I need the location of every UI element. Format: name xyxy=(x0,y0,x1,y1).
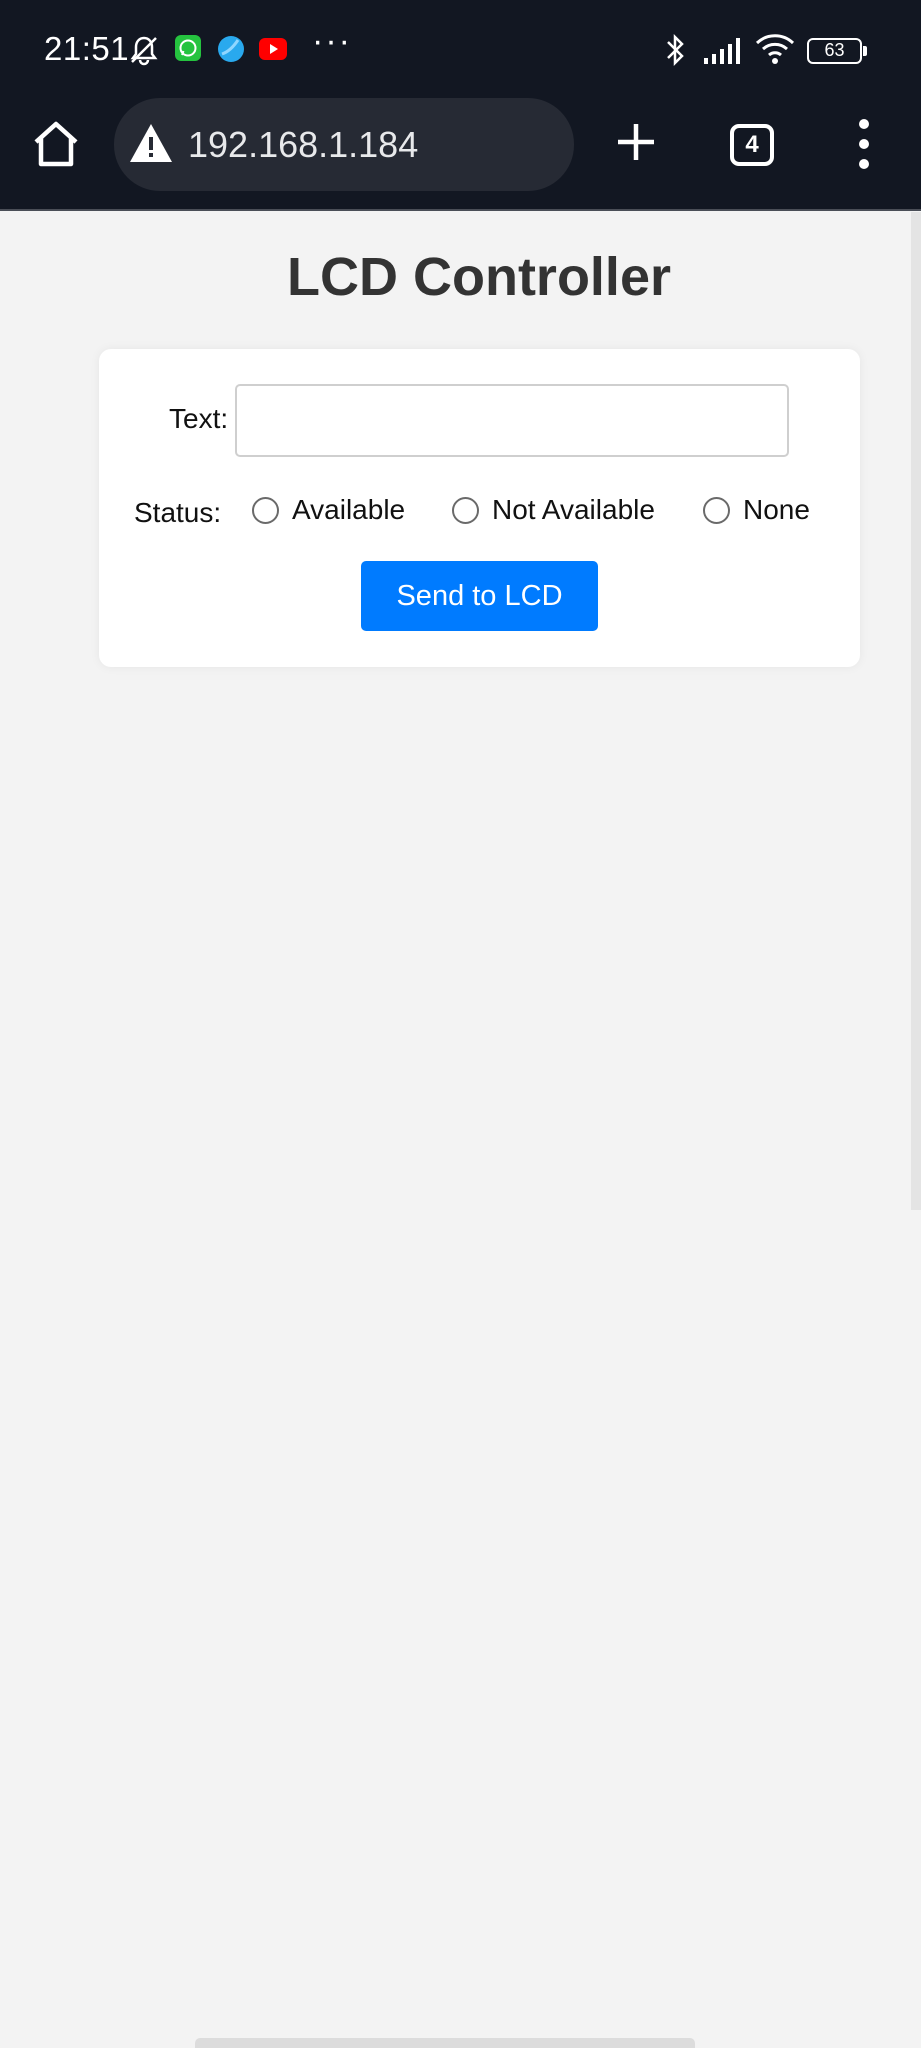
gesture-bar xyxy=(195,2038,695,2048)
browser-toolbar: 192.168.1.184 4 xyxy=(0,98,921,211)
radio-label-available[interactable]: Available xyxy=(292,494,405,526)
home-icon[interactable] xyxy=(30,118,82,170)
status-option-none[interactable]: None xyxy=(703,494,810,526)
more-menu-icon[interactable] xyxy=(850,116,878,172)
radio-not-available[interactable] xyxy=(452,496,479,524)
warning-icon[interactable] xyxy=(128,122,174,164)
new-tab-icon[interactable] xyxy=(612,118,660,166)
status-option-available[interactable]: Available xyxy=(252,494,405,526)
radio-label-none[interactable]: None xyxy=(743,494,810,526)
radio-available[interactable] xyxy=(252,496,279,524)
text-label: Text: xyxy=(169,403,229,434)
status-time: 21:51 xyxy=(44,30,130,67)
page-title: LCD Controller xyxy=(287,247,671,307)
status-label: Status: xyxy=(134,497,222,528)
radio-label-not-available[interactable]: Not Available xyxy=(492,494,655,526)
browser-icon xyxy=(216,34,246,64)
bluetooth-icon xyxy=(660,32,690,67)
signal-icon xyxy=(702,36,740,66)
youtube-icon xyxy=(258,34,288,64)
browser-chrome: 21:51 ··· 63 192.168.1.184 4 xyxy=(0,0,921,211)
url-text[interactable]: 192.168.1.184 xyxy=(188,124,418,166)
page-scrollbar[interactable] xyxy=(911,212,921,1210)
status-option-not-available[interactable]: Not Available xyxy=(452,494,655,526)
send-to-lcd-button[interactable]: Send to LCD xyxy=(361,561,598,631)
lcd-form-card: Text: Status: Available Not Available No… xyxy=(99,349,860,667)
status-bar: 21:51 ··· 63 xyxy=(0,0,921,100)
tab-switcher-button[interactable]: 4 xyxy=(730,124,774,166)
whatsapp-icon xyxy=(174,34,204,64)
radio-none[interactable] xyxy=(703,496,730,524)
text-input[interactable] xyxy=(235,384,789,457)
more-notifications-icon: ··· xyxy=(312,22,352,60)
battery-indicator: 63 xyxy=(807,38,867,64)
wifi-icon xyxy=(754,32,795,64)
bell-off-icon xyxy=(128,34,158,66)
address-bar[interactable]: 192.168.1.184 xyxy=(114,98,574,191)
